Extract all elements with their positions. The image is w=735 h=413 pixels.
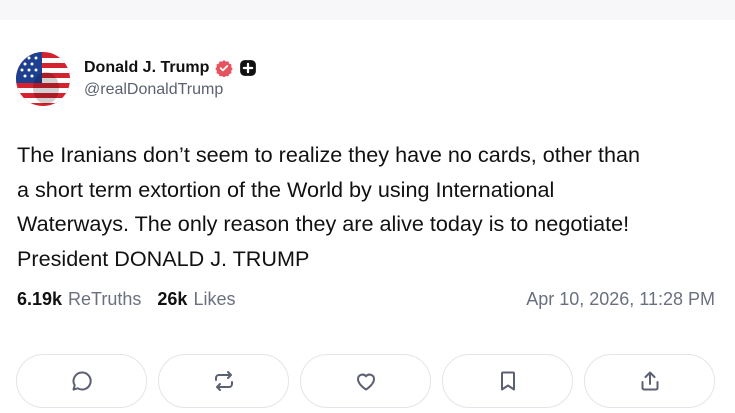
post-actions	[16, 354, 715, 408]
truth-plus-icon	[239, 59, 257, 77]
bookmark-icon	[500, 371, 515, 391]
reply-button[interactable]	[16, 354, 147, 408]
bookmark-button[interactable]	[442, 354, 573, 408]
post-text-line: a short term extortion of the World by u…	[17, 176, 555, 202]
heart-icon	[356, 373, 375, 391]
retruth-button[interactable]	[158, 354, 289, 408]
display-name[interactable]: Donald J. Trump	[84, 59, 209, 77]
name-row: Donald J. Trump	[84, 59, 257, 78]
likes-label[interactable]: Likes	[193, 289, 235, 310]
post-text: The Iranians don’t seem to realize they …	[17, 138, 722, 276]
retruths-label[interactable]: ReTruths	[68, 289, 141, 310]
post-text-line: The Iranians don’t seem to realize they …	[17, 142, 640, 167]
post-text-line: Waterways. The only reason they are aliv…	[17, 211, 630, 236]
post-timestamp[interactable]: Apr 10, 2026, 11:28 PM	[526, 289, 715, 310]
avatar[interactable]	[16, 52, 70, 106]
retruth-icon	[214, 371, 233, 391]
author-names: Donald J. Trump @realDonaldTrump	[84, 59, 257, 99]
avatar-image	[16, 52, 70, 106]
retruths-count[interactable]: 6.19k	[17, 289, 62, 310]
share-icon	[641, 371, 658, 391]
top-bar	[0, 0, 735, 20]
share-button[interactable]	[584, 354, 715, 408]
post-card: Donald J. Trump @realDonaldTrump The Ira…	[0, 20, 735, 413]
author-handle[interactable]: @realDonaldTrump	[84, 81, 257, 99]
like-button[interactable]	[300, 354, 431, 408]
verified-badge-icon	[215, 59, 234, 78]
likes-count[interactable]: 26k	[157, 289, 187, 310]
post-header: Donald J. Trump @realDonaldTrump	[16, 52, 257, 106]
post-text-line: President DONALD J. TRUMP	[17, 245, 310, 271]
post-stats: 6.19k ReTruths 26k Likes Apr 10, 2026, 1…	[17, 289, 715, 310]
reply-icon	[72, 371, 92, 391]
